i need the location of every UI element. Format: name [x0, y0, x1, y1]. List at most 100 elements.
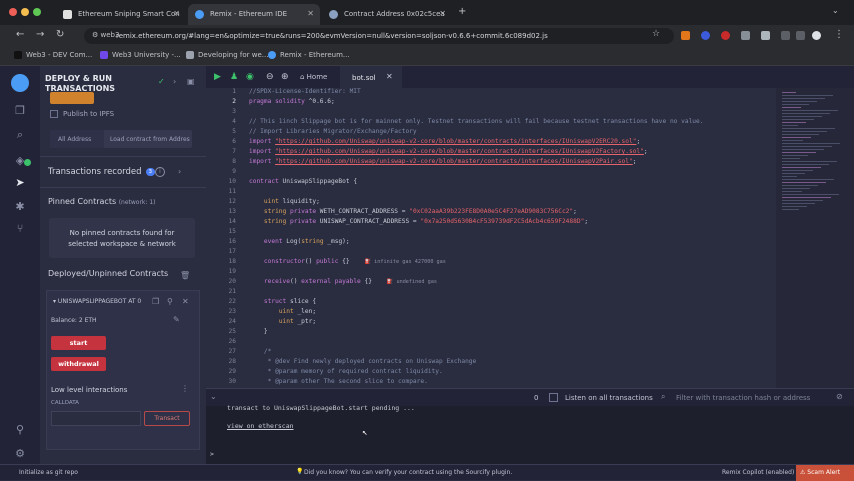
- bookmark-item[interactable]: Remix - Ethereum...: [268, 51, 350, 59]
- code-line[interactable]: event Log(string _msg);: [249, 238, 350, 245]
- code-line[interactable]: uint _ptr;: [249, 318, 316, 325]
- tab-bot-sol[interactable]: bot.sol ✕: [340, 66, 402, 88]
- code-line[interactable]: //SPDX-License-Identifier: MIT: [249, 88, 361, 95]
- run-script-icon[interactable]: ▶: [214, 72, 221, 82]
- code-line[interactable]: uint _len;: [249, 308, 316, 315]
- pin-icon[interactable]: ⚲: [167, 297, 173, 306]
- search-icon[interactable]: ⌕: [13, 128, 27, 142]
- code-line[interactable]: import "https://github.com/Uniswap/unisw…: [249, 148, 648, 155]
- git-init-link[interactable]: Initialize as git repo: [19, 469, 78, 476]
- chevron-right-icon[interactable]: ›: [178, 167, 181, 176]
- start-button[interactable]: start: [51, 336, 106, 350]
- code-line[interactable]: receive() external payable {} ⛽ undefine…: [249, 278, 437, 285]
- new-tab-icon[interactable]: +: [458, 6, 466, 17]
- browser-tab-active[interactable]: Remix - Ethereum IDE ✕: [188, 4, 320, 25]
- remix-copilot-status[interactable]: Remix Copilot (enabled): [722, 469, 794, 476]
- git-icon[interactable]: ⑂: [13, 222, 27, 236]
- code-line[interactable]: }: [249, 328, 268, 335]
- code-line[interactable]: contract UniswapSlippageBot {: [249, 178, 357, 185]
- terminal-output[interactable]: transact to UniswapSlippageBot.start pen…: [206, 404, 854, 464]
- code-line[interactable]: import "https://github.com/Uniswap/unisw…: [249, 158, 636, 165]
- minimap[interactable]: [776, 88, 854, 388]
- withdrawal-button[interactable]: withdrawal: [51, 357, 106, 371]
- trash-icon[interactable]: 🗑: [180, 271, 190, 280]
- code-line[interactable]: * @dev Find newly deployed contracts on …: [249, 358, 477, 365]
- autocompile-toggle-icon[interactable]: ◉: [246, 72, 254, 82]
- zoom-out-icon[interactable]: ⊖: [266, 72, 274, 82]
- site-info-icon[interactable]: ⚙ web3: [92, 31, 119, 39]
- sidebar-icon[interactable]: [796, 31, 805, 40]
- listen-checkbox[interactable]: [549, 393, 558, 402]
- browser-tab[interactable]: Contract Address 0x02c5cea ✕: [322, 4, 452, 25]
- code-line[interactable]: struct slice {: [249, 298, 316, 305]
- calldata-input[interactable]: [51, 411, 141, 426]
- forward-icon[interactable]: →: [36, 29, 44, 40]
- bookmark-item[interactable]: Developing for we...: [186, 51, 268, 59]
- extension-icon[interactable]: [701, 31, 710, 40]
- tab-close-icon[interactable]: ✕: [307, 9, 314, 18]
- tab-all-address[interactable]: All Address: [50, 130, 104, 148]
- extension-icon[interactable]: [741, 31, 750, 40]
- close-window-dot[interactable]: [9, 8, 17, 16]
- reload-icon[interactable]: ↻: [56, 29, 64, 40]
- scam-alert-button[interactable]: ⚠ Scam Alert: [796, 465, 854, 481]
- collapse-terminal-icon[interactable]: ⌄: [210, 392, 217, 401]
- bookmark-item[interactable]: Web3 - DEV Com...: [14, 51, 92, 59]
- compile-icon[interactable]: ♟: [230, 72, 238, 82]
- remix-logo-icon[interactable]: [11, 74, 29, 92]
- tab-list-chevron-icon[interactable]: ⌄: [832, 6, 839, 15]
- minimize-window-dot[interactable]: [21, 8, 29, 16]
- profile-avatar[interactable]: [812, 31, 821, 40]
- edit-icon[interactable]: ✎: [173, 315, 180, 324]
- publish-ipfs-checkbox[interactable]: Publish to IPFS: [50, 110, 114, 118]
- code-line[interactable]: string private UNISWAP_CONTRACT_ADDRESS …: [249, 218, 588, 225]
- etherscan-link[interactable]: view on etherscan: [227, 422, 294, 430]
- code-line[interactable]: /*: [249, 348, 271, 355]
- metamask-extension-icon[interactable]: [681, 31, 690, 40]
- panel-toggle-icon[interactable]: ▣: [187, 77, 195, 86]
- extensions-puzzle-icon[interactable]: [781, 31, 790, 40]
- settings-gear-icon[interactable]: ⚙: [13, 447, 27, 461]
- url-bar[interactable]: ⚙ web3 remix.ethereum.org/#lang=en&optim…: [84, 28, 674, 44]
- bookmark-star-icon[interactable]: ☆: [652, 29, 660, 39]
- close-icon[interactable]: ✕: [182, 297, 189, 306]
- code-line[interactable]: constructor() public {} ⛽ infinite gas 4…: [249, 258, 446, 265]
- chevron-right-icon[interactable]: ›: [173, 77, 176, 86]
- tab-load-contract[interactable]: Load contract from Addres: [110, 136, 190, 143]
- code-line[interactable]: * @param other The second slice to compa…: [249, 378, 428, 385]
- extension-icon[interactable]: [721, 31, 730, 40]
- browser-tab[interactable]: Ethereum Sniping Smart Con ✕: [56, 4, 186, 25]
- code-line[interactable]: // Import Libraries Migrator/Exchange/Fa…: [249, 128, 417, 135]
- debugger-icon[interactable]: ✱: [13, 200, 27, 214]
- tab-home[interactable]: ⌂ Home: [300, 73, 327, 81]
- plugin-manager-icon[interactable]: ⚲: [13, 423, 27, 437]
- transactions-recorded-header[interactable]: Transactions recorded 3: [48, 167, 156, 177]
- checkbox-box[interactable]: [50, 110, 58, 118]
- deploy-button[interactable]: [50, 92, 94, 104]
- code-line[interactable]: * @param memory of required contract liq…: [249, 368, 443, 375]
- back-icon[interactable]: ←: [16, 29, 24, 40]
- info-icon[interactable]: i: [155, 167, 165, 177]
- code-line[interactable]: // This 1inch Slippage bot is for mainne…: [249, 118, 703, 125]
- code-line[interactable]: string private WETH_CONTRACT_ADDRESS = "…: [249, 208, 577, 215]
- transact-button[interactable]: Transact: [144, 411, 190, 426]
- maximize-window-dot[interactable]: [33, 8, 41, 16]
- filter-input[interactable]: Filter with transaction hash or address: [676, 391, 832, 404]
- extension-icon[interactable]: [761, 31, 770, 40]
- deploy-run-icon[interactable]: ➤: [13, 176, 27, 190]
- tab-close-icon[interactable]: ✕: [173, 9, 180, 18]
- tab-close-icon[interactable]: ✕: [439, 9, 446, 18]
- code-editor[interactable]: 1 2 3 4 5 6 7 8 9 10 11 12 13 14 15 16 17 18 19 20 21 22 23 24 2…: [206, 88, 854, 388]
- file-explorer-icon[interactable]: ❐: [13, 104, 27, 118]
- code-line[interactable]: pragma solidity ^0.6.6;: [249, 98, 335, 105]
- copy-icon[interactable]: ❐: [152, 297, 159, 306]
- terminal-prompt[interactable]: >: [210, 450, 214, 458]
- code-line[interactable]: import "https://github.com/Uniswap/unisw…: [249, 138, 640, 145]
- info-icon[interactable]: ⋮: [181, 384, 189, 393]
- close-tab-icon[interactable]: ✕: [386, 72, 393, 81]
- clear-terminal-icon[interactable]: ⊘: [836, 392, 843, 401]
- code-line[interactable]: uint liquidity;: [249, 198, 320, 205]
- instance-name[interactable]: ▾ UNISWAPSLIPPAGEBOT AT 0: [53, 298, 141, 305]
- bookmark-item[interactable]: Web3 University -...: [100, 51, 181, 59]
- zoom-in-icon[interactable]: ⊕: [281, 72, 289, 82]
